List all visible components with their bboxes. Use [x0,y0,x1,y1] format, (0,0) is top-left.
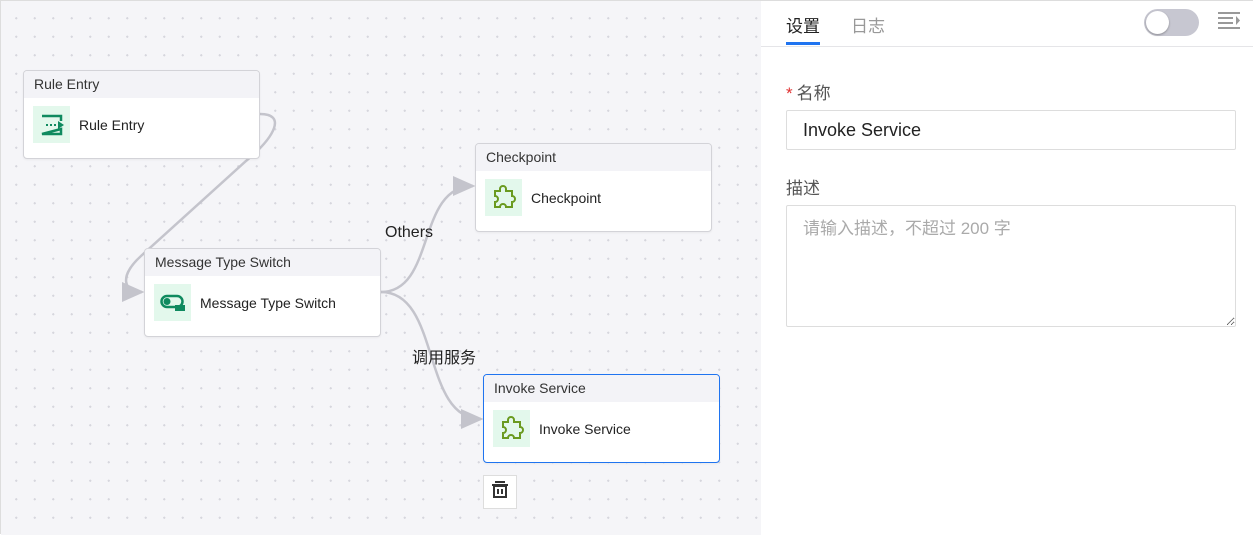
delete-node-button[interactable] [483,475,517,509]
node-label: Rule Entry [79,116,145,133]
collapse-panel-icon[interactable] [1218,11,1240,34]
puzzle-icon [485,179,522,216]
node-label: Message Type Switch [200,294,336,311]
trash-icon [491,480,509,504]
node-invoke-service[interactable]: Invoke Service Invoke Service [483,374,720,463]
switch-icon [154,284,191,321]
enable-toggle[interactable] [1144,9,1199,36]
tab-settings[interactable]: 设置 [786,12,820,45]
panel-tabs: 设置 日志 [761,1,1253,47]
node-header: Checkpoint [476,144,711,171]
node-header: Message Type Switch [145,249,380,276]
node-rule-entry[interactable]: Rule Entry Rule Entry [23,70,260,159]
node-checkpoint[interactable]: Checkpoint Checkpoint [475,143,712,232]
puzzle-icon [493,410,530,447]
description-label: 描述 [786,179,820,198]
name-label: * 名称 [786,84,831,103]
node-label: Checkpoint [531,189,602,206]
node-header: Rule Entry [24,71,259,98]
node-message-type-switch[interactable]: Message Type Switch Message Type Switch [144,248,381,337]
node-label: Invoke Service [539,420,631,437]
settings-panel: 设置 日志 *名称 描述 [761,1,1253,535]
name-input[interactable] [786,110,1236,150]
node-header: Invoke Service [484,375,719,402]
tab-logs[interactable]: 日志 [851,12,885,37]
edge-label-others: Others [385,224,434,241]
rule-entry-icon [33,106,70,143]
edge-label-invoke: 调用服务 [412,350,477,367]
flow-canvas[interactable]: Others 调用服务 Rule Entry Rule Entry Messag… [1,1,761,535]
description-input[interactable] [786,205,1236,327]
